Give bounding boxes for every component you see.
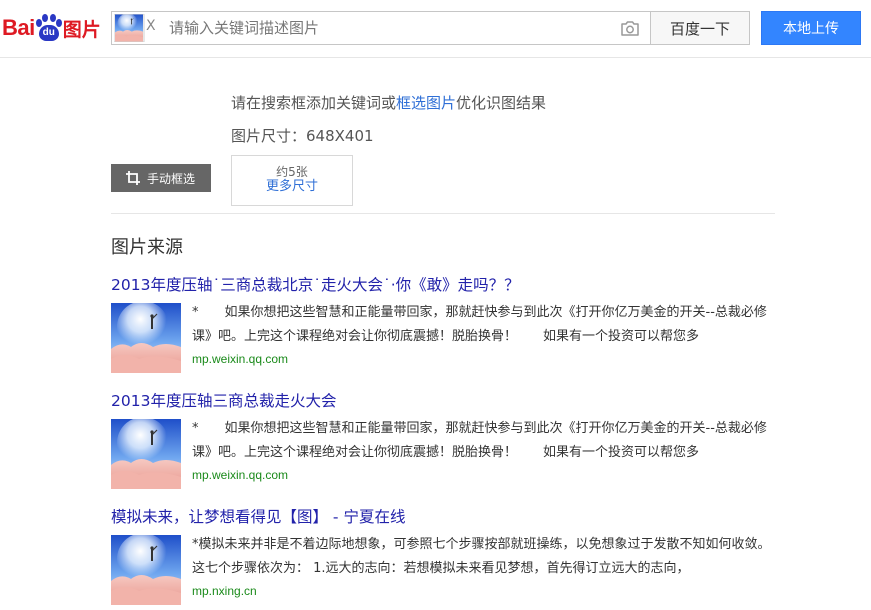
baidu-image-logo[interactable]: Bai du 图片 bbox=[2, 10, 101, 46]
logo-bai-text: Bai bbox=[2, 15, 35, 40]
search-button[interactable]: 百度一下 bbox=[650, 11, 750, 45]
section-title: 图片来源 bbox=[111, 237, 183, 258]
header: Bai du 图片 X 百度一下 本地上传 bbox=[0, 0, 871, 58]
result-thumbnail[interactable] bbox=[111, 535, 181, 605]
hint-suffix: 优化识图结果 bbox=[456, 94, 547, 112]
more-sizes-box[interactable]: 约5张 更多尺寸 bbox=[231, 155, 353, 206]
result-description: * 如果你想把这些智慧和正能量带回家，那就赶快参与到此次《打开你亿万美金的开关-… bbox=[192, 305, 767, 344]
result-url[interactable]: mp.weixin.qq.com bbox=[192, 351, 288, 367]
size-count: 约5张 bbox=[276, 165, 308, 179]
divider bbox=[111, 213, 775, 214]
result-title-link[interactable]: 2013年度压轴˙三商总裁北京˙走火大会˙·你《敢》走吗？？ bbox=[111, 275, 781, 295]
result-thumbnail[interactable] bbox=[111, 419, 181, 489]
logo-du-text: du bbox=[38, 25, 59, 41]
search-box: X bbox=[111, 11, 651, 45]
result-item: 模拟未来，让梦想看得见【图】 - 宁夏在线 *模拟未来并非是不着边际地想象，可参… bbox=[111, 507, 781, 607]
more-sizes-link[interactable]: 更多尺寸 bbox=[232, 179, 352, 195]
hint-prefix: 请在搜索框添加关键词或 bbox=[231, 94, 397, 112]
crop-image-link[interactable]: 框选图片 bbox=[396, 94, 456, 112]
manual-crop-label: 手动框选 bbox=[147, 171, 196, 186]
result-item: 2013年度压轴˙三商总裁北京˙走火大会˙·你《敢》走吗？？ * 如果你想把这些… bbox=[111, 275, 781, 375]
image-size: 图片尺寸：648X401 bbox=[231, 127, 374, 145]
upload-button[interactable]: 本地上传 bbox=[761, 11, 861, 45]
result-title-link[interactable]: 2013年度压轴三商总裁走火大会 bbox=[111, 391, 781, 411]
result-item: 2013年度压轴三商总裁走火大会 * 如果你想把这些智慧和正能量带回家，那就赶快… bbox=[111, 391, 781, 491]
manual-crop-button[interactable]: 手动框选 bbox=[111, 164, 211, 192]
paw-logo-icon: du bbox=[35, 14, 62, 42]
search-hint: 请在搜索框添加关键词或框选图片优化识图结果 bbox=[231, 92, 546, 113]
logo-tupian-text: 图片 bbox=[62, 18, 101, 41]
result-description: * 如果你想把这些智慧和正能量带回家，那就赶快参与到此次《打开你亿万美金的开关-… bbox=[192, 421, 767, 460]
result-url[interactable]: mp.weixin.qq.com bbox=[192, 467, 288, 483]
camera-icon[interactable] bbox=[619, 19, 641, 37]
result-thumbnail[interactable] bbox=[111, 303, 181, 373]
remove-image-button[interactable]: X bbox=[146, 18, 156, 34]
result-description: *模拟未来并非是不着边际地想象，可参照七个步骤按部就班操练，以免想象过于发散不知… bbox=[192, 537, 771, 576]
crop-icon bbox=[126, 171, 140, 185]
search-input[interactable] bbox=[169, 14, 609, 42]
result-url[interactable]: mp.nxing.cn bbox=[192, 583, 257, 599]
result-title-link[interactable]: 模拟未来，让梦想看得见【图】 - 宁夏在线 bbox=[111, 507, 781, 527]
